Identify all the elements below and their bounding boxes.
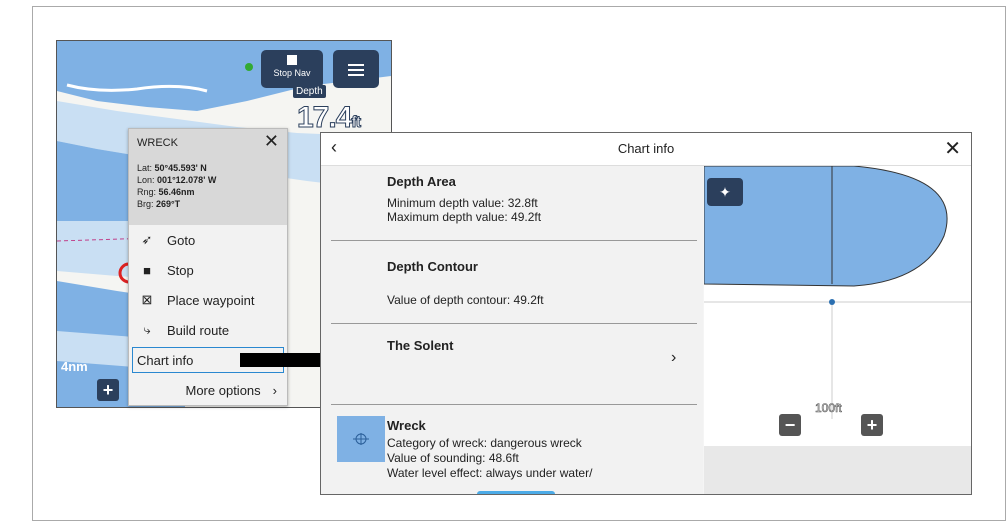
section-line: Maximum depth value: 49.2ft <box>387 210 542 224</box>
stop-icon <box>287 55 297 65</box>
chart-info-bottom-bar <box>704 446 971 494</box>
menu-item-label: Chart info <box>137 352 194 368</box>
zoom-out-button[interactable]: − <box>779 414 801 436</box>
hamburger-icon <box>333 50 379 76</box>
section-depth-contour[interactable]: Depth Contour Value of depth contour: 49… <box>331 241 697 324</box>
waypoint-icon: ⊠ <box>141 292 153 307</box>
chart-info-title: Chart info <box>617 141 675 156</box>
menu-item-label: Stop <box>167 262 194 278</box>
menu-item-stop[interactable]: ■ Stop <box>129 255 287 285</box>
position-info: Lat: 50°45.593' N Lon: 001°12.078' W Rng… <box>137 163 217 209</box>
context-menu-header: WRECK ✕ Lat: 50°45.593' N Lon: 001°12.07… <box>129 129 287 225</box>
goto-icon: ➶ <box>141 232 153 247</box>
menu-item-label: Build route <box>167 322 230 338</box>
depth-label: Depth <box>293 85 326 98</box>
menu-item-label: Place waypoint <box>167 292 255 308</box>
depth-value: 17.4ft <box>296 101 361 135</box>
menu-item-label: Goto <box>167 232 196 248</box>
close-icon[interactable]: ✕ <box>264 131 279 152</box>
scale-bar <box>807 419 857 428</box>
section-heading: The Solent <box>387 338 454 353</box>
scale-label: 4nm <box>61 359 88 374</box>
section-the-solent[interactable]: The Solent › <box>331 324 697 405</box>
crosshair-icon: ✦ <box>719 184 731 200</box>
close-icon[interactable]: ✕ <box>944 136 961 161</box>
chevron-right-icon: › <box>272 382 277 398</box>
chevron-down-icon: ⌄ <box>477 491 555 494</box>
wreck-icon <box>337 416 385 462</box>
stop-nav-button[interactable]: Stop Nav <box>261 50 323 88</box>
chart-info-panel: ‹ Chart info ✕ Depth Area Minimum depth … <box>320 132 972 495</box>
zoom-in-button[interactable]: + <box>97 379 119 401</box>
section-line: Water level effect: always under water/ <box>387 466 593 480</box>
context-menu-title: WRECK <box>137 137 178 149</box>
menu-button[interactable] <box>333 50 379 88</box>
route-icon: ⤷ <box>143 322 151 337</box>
zoom-in-button[interactable]: + <box>861 414 883 436</box>
section-line: Value of sounding: 48.6ft <box>387 451 519 465</box>
chart-info-list: Depth Area Minimum depth value: 32.8ft M… <box>321 166 703 494</box>
section-heading: Depth Contour <box>387 259 478 274</box>
stop-icon: ■ <box>143 262 151 278</box>
menu-item-place-waypoint[interactable]: ⊠ Place waypoint <box>129 285 287 315</box>
section-depth-area[interactable]: Depth Area Minimum depth value: 32.8ft M… <box>331 166 697 241</box>
section-heading: Wreck <box>387 418 426 433</box>
scale-label: 100ft <box>815 401 842 416</box>
section-line: Minimum depth value: 32.8ft <box>387 196 538 210</box>
chevron-right-icon: › <box>671 349 677 366</box>
wreck-details: Category of wreck: dangerous wreck Value… <box>387 436 592 481</box>
section-line: Value of depth contour: 49.2ft <box>387 293 544 307</box>
center-vessel-button[interactable]: ✦ <box>707 178 743 206</box>
menu-item-goto[interactable]: ➶ Goto <box>129 225 287 255</box>
chart-info-header: ‹ Chart info ✕ <box>321 133 971 166</box>
stop-nav-label: Stop Nav <box>273 68 311 78</box>
menu-item-label: More options <box>185 382 261 398</box>
section-line: Category of wreck: dangerous wreck <box>387 436 582 450</box>
section-heading: Depth Area <box>387 174 456 189</box>
expand-tab[interactable]: ⌄ <box>477 491 555 494</box>
